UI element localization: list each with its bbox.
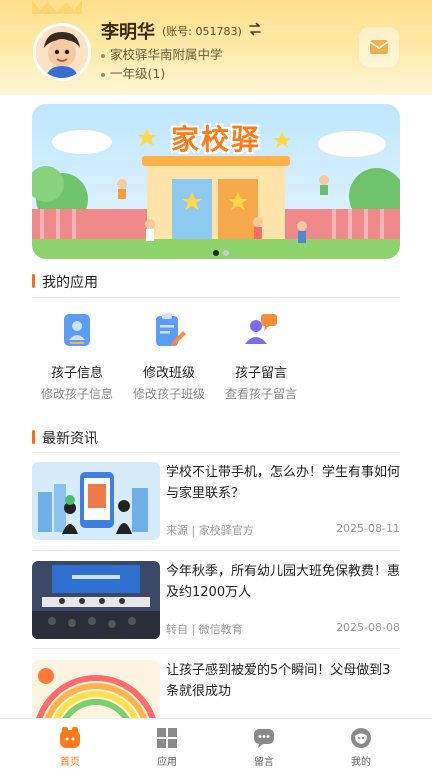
school-name: 家校驿华南附属中学 xyxy=(110,47,223,62)
user-message-icon xyxy=(244,312,278,348)
news-source: 来源 | 家校驿官方 xyxy=(166,524,254,537)
app-desc: 修改孩子班级 xyxy=(132,387,205,401)
profile-header: 李明华 (账号: 051783) 家校驿华南附属中学 一年级(1) xyxy=(0,0,432,95)
tab-profile[interactable]: 我的 xyxy=(331,727,391,768)
news-thumbnail xyxy=(32,462,160,540)
mail-icon xyxy=(369,40,389,54)
tab-label: 留言 xyxy=(254,757,274,768)
bullet-icon xyxy=(101,53,105,58)
bullet-icon xyxy=(101,72,105,77)
clipboard-edit-icon xyxy=(152,312,186,348)
app-child-messages[interactable]: 孩子留言 查看孩子留言 xyxy=(216,312,306,402)
chat-icon xyxy=(253,727,275,749)
grade-line: 一年级(1) xyxy=(101,63,165,82)
bottom-tab-bar: 首页 应用 留言 我的 xyxy=(0,718,432,769)
switch-account-icon[interactable] xyxy=(248,22,262,36)
tab-home[interactable]: 首页 xyxy=(40,727,100,768)
app-label: 孩子留言 xyxy=(234,366,287,381)
tab-label: 首页 xyxy=(60,757,80,768)
news-source: 转自 | 微信教育 xyxy=(166,623,243,636)
news-date: 2025-08-08 xyxy=(336,621,400,634)
news-thumbnail xyxy=(32,660,160,718)
tab-messages[interactable]: 留言 xyxy=(234,727,294,768)
promo-banner[interactable]: 家校驿 xyxy=(32,104,400,259)
pagination-dot[interactable] xyxy=(223,250,229,256)
news-item[interactable]: 学校不让带手机，怎么办！学生有事如何与家里联系？ 来源 | 家校驿官方 2025… xyxy=(32,462,400,542)
app-desc: 修改孩子信息 xyxy=(40,387,113,401)
divider xyxy=(32,297,400,298)
apps-section-title: 我的应用 xyxy=(32,272,98,292)
news-title: 让孩子感到被爱的5个瞬间！父母做到3条就很成功 xyxy=(166,663,391,699)
tab-apps[interactable]: 应用 xyxy=(137,727,197,768)
app-label: 修改班级 xyxy=(142,366,195,381)
id-card-icon xyxy=(60,312,94,348)
mailbox-button[interactable] xyxy=(359,27,399,67)
news-item[interactable]: 今年秋季，所有幼儿园大班免保教费！惠及约1200万人 转自 | 微信教育 202… xyxy=(32,561,400,641)
tab-label: 我的 xyxy=(351,757,371,768)
app-child-info[interactable]: 孩子信息 修改孩子信息 xyxy=(32,312,122,402)
grid-icon xyxy=(156,727,178,749)
divider xyxy=(32,550,400,551)
app-label: 孩子信息 xyxy=(50,366,103,381)
class-name: 一年级(1) xyxy=(110,66,166,81)
news-date: 2025-08-11 xyxy=(336,522,400,535)
pagination-dot[interactable] xyxy=(213,250,219,256)
news-thumbnail xyxy=(32,561,160,639)
crown-icon xyxy=(32,0,82,14)
divider xyxy=(32,648,400,649)
divider xyxy=(32,452,400,453)
app-desc: 查看孩子留言 xyxy=(224,387,297,401)
profile-icon xyxy=(350,727,372,749)
banner-pagination xyxy=(213,241,233,260)
home-icon xyxy=(59,727,81,749)
news-title: 今年秋季，所有幼儿园大班免保教费！惠及约1200万人 xyxy=(166,564,401,600)
news-section-title: 最新资讯 xyxy=(32,428,98,448)
user-name: 李明华 xyxy=(101,22,155,43)
school-line: 家校驿华南附属中学 xyxy=(101,44,223,63)
banner-title: 家校驿 xyxy=(170,123,261,156)
news-item[interactable]: 让孩子感到被爱的5个瞬间！父母做到3条就很成功 xyxy=(32,660,400,718)
app-change-class[interactable]: 修改班级 修改孩子班级 xyxy=(124,312,214,402)
news-title: 学校不让带手机，怎么办！学生有事如何与家里联系？ xyxy=(166,465,401,501)
tab-label: 应用 xyxy=(157,757,177,768)
avatar[interactable] xyxy=(33,23,91,81)
account-number: (账号: 051783) xyxy=(162,25,242,38)
